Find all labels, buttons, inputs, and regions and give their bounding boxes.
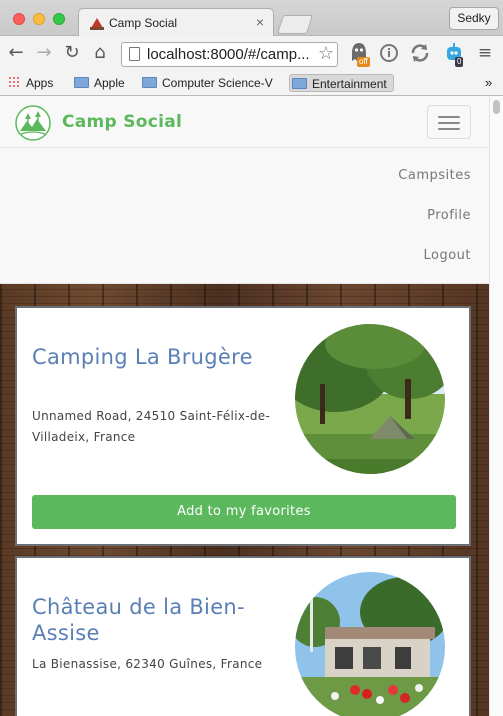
bookmark-label: Apple	[94, 76, 125, 90]
campsite-address: La Bienassise, 62340 Guînes, France	[32, 657, 263, 671]
bookmark-computer-science[interactable]: Computer Science-V	[142, 74, 274, 92]
address-bar[interactable]: localhost:8000/#/camp... ☆	[121, 42, 338, 67]
bookmarks-overflow-icon[interactable]: »	[485, 74, 492, 92]
camp-logo-icon[interactable]	[15, 105, 51, 141]
nav-link-logout[interactable]: Logout	[423, 248, 471, 263]
site-navbar: Camp Social Campsites Profile Logout	[0, 96, 489, 284]
sync-extension-icon[interactable]	[408, 41, 432, 65]
profile-button[interactable]: Sedky	[449, 7, 499, 30]
bookmark-label: Entertainment	[312, 77, 387, 91]
campsite-name[interactable]: Château de la Bien-Assise	[32, 594, 282, 646]
page-icon	[129, 47, 140, 61]
brand-title[interactable]: Camp Social	[62, 112, 182, 132]
folder-icon	[74, 77, 89, 88]
campsite-address: Unnamed Road, 24510 Saint-Félix-de-Villa…	[32, 409, 271, 444]
menu-icon[interactable]: ≡	[474, 42, 496, 64]
url-text: localhost:8000/#/camp...	[147, 46, 310, 63]
forward-arrow-icon[interactable]: →	[33, 42, 55, 64]
camp-favicon-icon	[90, 18, 104, 30]
ext-badge-off: off	[357, 57, 370, 67]
hamburger-bar	[438, 116, 460, 118]
browser-tab-active[interactable]: Camp Social ×	[78, 8, 274, 37]
tent-in-meadow-image	[295, 324, 445, 474]
new-tab-button[interactable]	[276, 15, 314, 34]
vertical-scrollbar[interactable]	[489, 96, 503, 716]
navbar-header: Camp Social	[0, 96, 489, 148]
bookmark-star-icon[interactable]: ☆	[318, 43, 334, 64]
browser-chrome: Camp Social × Sedky ← → ↻ ⌂ localhost:80…	[0, 0, 503, 96]
ext-badge-count: 0	[455, 57, 464, 67]
tab-strip: Camp Social × Sedky	[0, 0, 503, 37]
bookmark-label: Computer Science-V	[162, 76, 273, 90]
add-to-favorites-button[interactable]: Add to my favorites	[32, 495, 456, 529]
bookmark-label: Apps	[26, 76, 54, 90]
folder-icon	[142, 77, 157, 88]
campsite-photo[interactable]	[295, 572, 445, 716]
bookmark-apple[interactable]: Apple	[74, 74, 125, 92]
nav-link-campsites[interactable]: Campsites	[398, 168, 471, 183]
window-maximize-button[interactable]	[53, 13, 65, 25]
bookmark-apps[interactable]: Apps	[8, 74, 53, 92]
tab-title: Camp Social	[109, 16, 178, 30]
back-arrow-icon[interactable]: ←	[5, 42, 27, 64]
hamburger-bar	[438, 128, 460, 130]
reload-icon[interactable]: ↻	[61, 42, 83, 64]
bookmark-entertainment[interactable]: Entertainment	[289, 74, 394, 92]
campsite-building-image	[295, 572, 445, 716]
campsite-name[interactable]: Camping La Brugère	[32, 344, 282, 370]
campsite-photo[interactable]	[295, 324, 445, 474]
scrollbar-thumb[interactable]	[493, 100, 500, 114]
info-extension-icon[interactable]	[377, 41, 401, 65]
tab-close-icon[interactable]: ×	[256, 14, 264, 30]
window-close-button[interactable]	[13, 13, 25, 25]
home-icon[interactable]: ⌂	[89, 42, 111, 64]
folder-icon	[292, 78, 307, 89]
page-viewport: Camp Social Campsites Profile Logout Cam…	[0, 96, 489, 716]
window-minimize-button[interactable]	[33, 13, 45, 25]
wood-background: Camping La Brugère Unnamed Road, 24510 S…	[0, 284, 489, 716]
nav-link-profile[interactable]: Profile	[427, 208, 471, 223]
campsite-card: Château de la Bien-Assise La Bienassise,…	[15, 556, 471, 716]
campsite-card: Camping La Brugère Unnamed Road, 24510 S…	[15, 306, 471, 546]
hamburger-bar	[438, 122, 460, 124]
apps-grid-icon	[8, 76, 20, 88]
bookmarks-bar: Apps Apple Computer Science-V Entertainm…	[0, 70, 503, 96]
navbar-toggle-button[interactable]	[427, 105, 471, 139]
